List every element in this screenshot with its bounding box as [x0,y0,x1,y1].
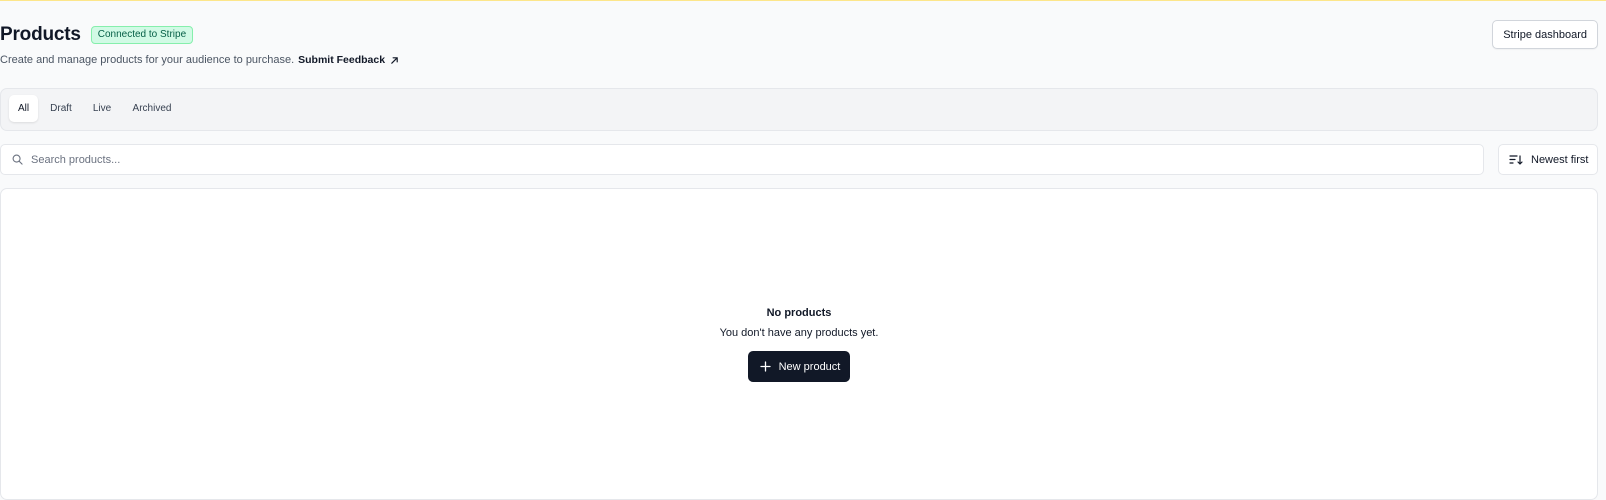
new-product-button[interactable]: New product [747,351,851,382]
tab-draft[interactable]: Draft [45,95,77,122]
title-row: Products Connected to Stripe [0,24,194,46]
tab-archived[interactable]: Archived [127,95,177,122]
new-product-label: New product [778,360,841,373]
search-box [0,144,1484,175]
search-icon [12,154,23,165]
submit-feedback-label: Submit Feedback [298,54,386,66]
sort-label: Newest first [1531,153,1589,166]
subtitle-text: Create and manage products for your audi… [0,54,295,66]
sort-descending-icon [1509,154,1523,165]
top-accent-line [0,0,1606,1]
status-tabs: All Draft Live Archived [0,88,1598,131]
stripe-connected-badge: Connected to Stripe [90,26,194,44]
submit-feedback-link[interactable]: Submit Feedback [298,54,399,66]
stripe-dashboard-button[interactable]: Stripe dashboard [1492,20,1598,49]
empty-state: No products You don't have any products … [1,307,1597,382]
page-title: Products [0,24,81,45]
plus-icon [759,361,771,372]
empty-state-title: No products [766,307,832,319]
tab-all[interactable]: All [9,95,38,122]
external-arrow-icon [391,56,398,64]
sort-button[interactable]: Newest first [1498,144,1598,175]
search-input[interactable] [29,152,1453,167]
page-subtitle: Create and manage products for your audi… [0,54,399,66]
products-panel: No products You don't have any products … [0,188,1598,500]
tab-live[interactable]: Live [87,95,117,122]
empty-state-text: You don't have any products yet. [719,327,879,339]
page-header: Products Connected to Stripe Create and … [0,20,1598,70]
